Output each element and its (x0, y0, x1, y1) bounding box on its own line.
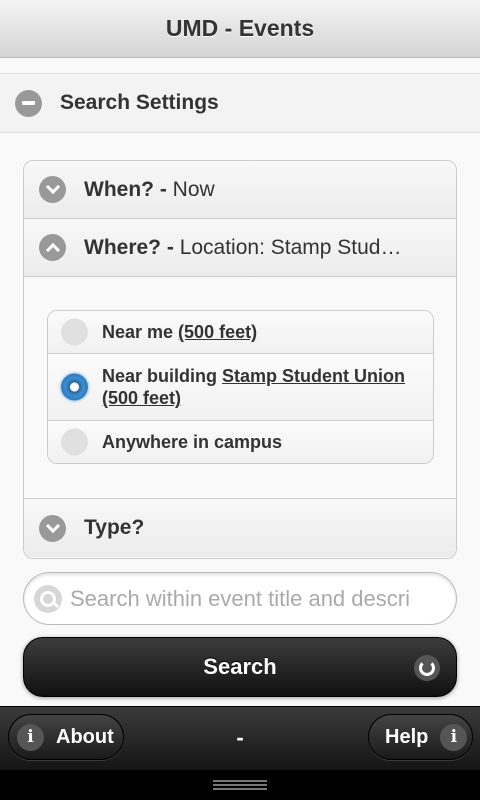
search-button[interactable]: Search (23, 637, 457, 697)
building-name-link[interactable]: Stamp Student Union (222, 366, 405, 386)
help-button-label: Help (385, 725, 429, 748)
app-header: UMD - Events (0, 0, 480, 58)
chevron-down-icon (39, 176, 66, 203)
type-filter-header[interactable]: Type? (24, 499, 456, 557)
when-filter-value: Now (172, 177, 215, 201)
where-filter-value: Location: Stamp Stud… (179, 235, 402, 259)
chevron-up-icon (39, 234, 66, 261)
near-building-distance-link[interactable]: (500 feet) (102, 388, 181, 408)
radio-near-building-label: Near building Stamp Student Union (500 fe… (102, 365, 405, 409)
search-field[interactable] (23, 572, 457, 625)
drag-handle-icon[interactable] (213, 780, 267, 790)
search-settings-toggle[interactable]: Search Settings (0, 73, 480, 133)
near-building-text: Near building (102, 366, 223, 386)
search-settings-label: Search Settings (60, 91, 219, 114)
info-icon: i (440, 723, 468, 751)
type-filter-title: Type? (84, 516, 439, 540)
when-filter-label: When? - (84, 177, 167, 201)
radio-unchecked-icon (61, 318, 88, 346)
footer-bar: i About - Help i (0, 706, 480, 770)
search-icon (34, 584, 62, 613)
page-title: UMD - Events (165, 15, 315, 41)
near-me-distance-link[interactable]: (500 feet) (178, 322, 257, 342)
chevron-down-icon (39, 514, 66, 542)
radio-unchecked-icon (61, 428, 88, 456)
where-filter-header[interactable]: Where? - Location: Stamp Stud… (24, 219, 456, 277)
where-filter-content: Near me (500 feet) Near building Stamp S… (24, 277, 456, 499)
radio-near-me-label: Near me (500 feet) (102, 321, 257, 343)
location-radio-group: Near me (500 feet) Near building Stamp S… (47, 310, 434, 464)
minus-icon (15, 89, 42, 117)
when-filter-title: When? - Now (84, 178, 439, 202)
where-filter-title: Where? - Location: Stamp Stud… (84, 236, 439, 260)
radio-near-me[interactable]: Near me (500 feet) (48, 311, 433, 354)
radio-anywhere-label: Anywhere in campus (102, 432, 283, 452)
where-filter-label: Where? - (84, 235, 174, 259)
search-button-label: Search (203, 654, 277, 679)
radio-checked-icon (61, 373, 88, 401)
when-filter-header[interactable]: When? - Now (24, 161, 456, 219)
filter-collapsible-set: When? - Now Where? - Location: Stamp Stu… (23, 160, 457, 559)
search-input[interactable] (70, 585, 410, 612)
radio-anywhere[interactable]: Anywhere in campus (48, 421, 433, 463)
type-filter-label: Type? (84, 516, 145, 539)
help-button[interactable]: Help i (368, 714, 473, 760)
near-me-text: Near me (102, 322, 179, 342)
refresh-icon (414, 655, 440, 681)
bottom-handle-bar (0, 770, 480, 800)
radio-near-building[interactable]: Near building Stamp Student Union (500 fe… (48, 354, 433, 421)
